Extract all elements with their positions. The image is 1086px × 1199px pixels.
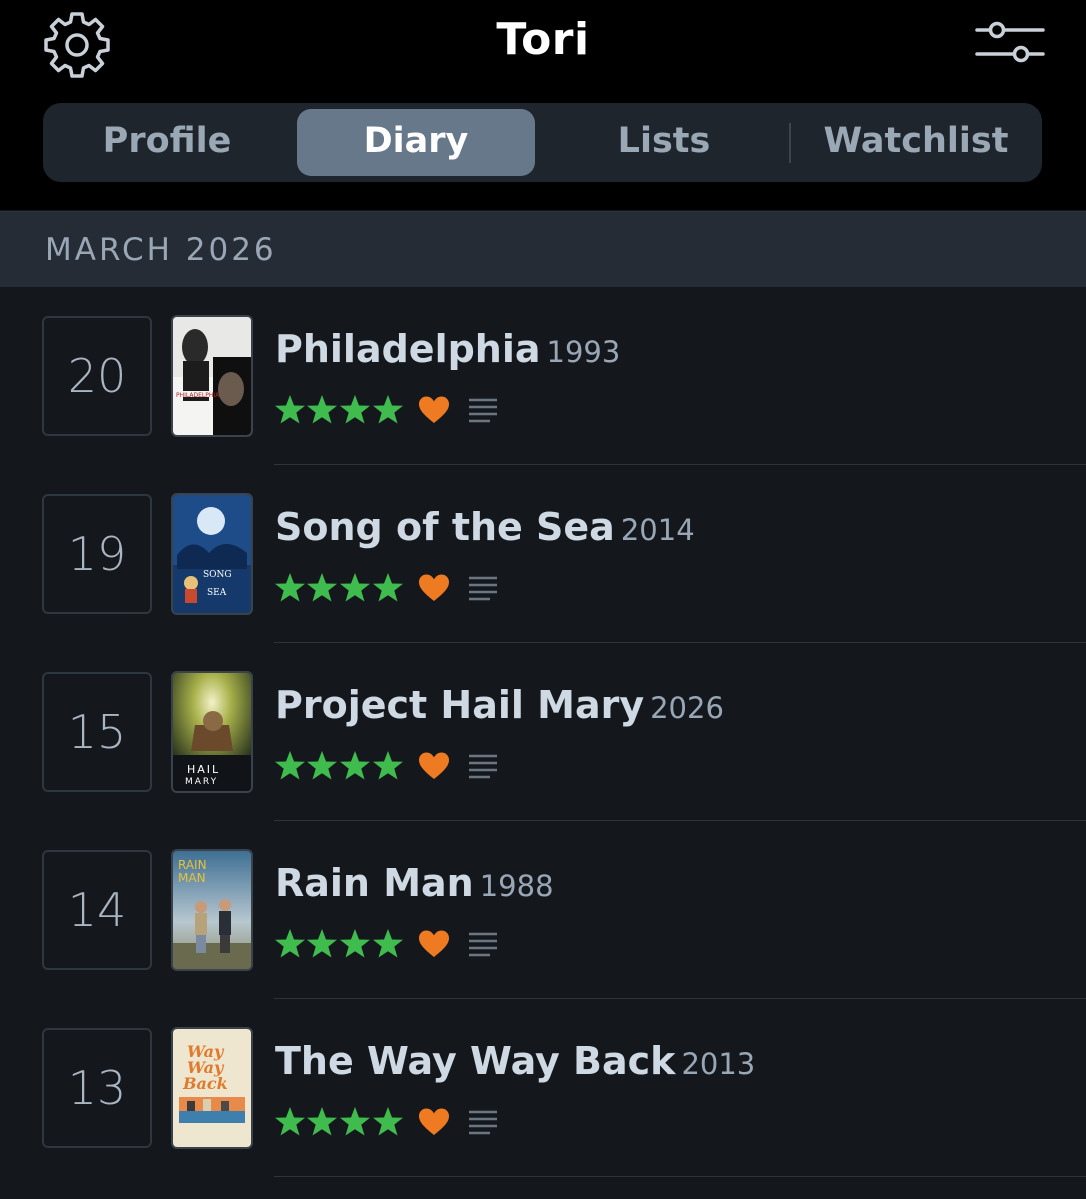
film-year: 2026	[650, 691, 724, 725]
day-number: 15	[42, 672, 152, 792]
tab-profile[interactable]: Profile	[43, 103, 291, 182]
film-year: 2013	[681, 1047, 756, 1081]
heart-icon	[419, 930, 449, 957]
svg-text:RAIN: RAIN	[178, 858, 207, 872]
svg-text:MARY: MARY	[185, 777, 218, 787]
day-number: 20	[42, 316, 152, 436]
film-poster[interactable]: HAIL MARY	[171, 671, 253, 793]
review-lines-icon	[469, 932, 497, 957]
film-title-row[interactable]: The Way Way Back 2013	[275, 1039, 755, 1083]
svg-text:PHILADELPHIA: PHILADELPHIA	[176, 392, 220, 399]
day-number: 19	[42, 494, 152, 614]
svg-text:Back: Back	[182, 1074, 228, 1093]
review-lines-icon	[469, 576, 497, 601]
film-title-row[interactable]: Project Hail Mary 2026	[275, 683, 724, 727]
day-number: 14	[42, 850, 152, 970]
film-title-row[interactable]: Philadelphia 1993	[275, 327, 620, 371]
review-lines-icon	[469, 754, 497, 779]
film-poster[interactable]: PHILADELPHIA	[171, 315, 253, 437]
diary-entry[interactable]: 13 Way Way Back The Way Way Back 2013	[0, 999, 1086, 1177]
rating-stars	[275, 395, 403, 424]
tab-watchlist[interactable]: Watchlist	[791, 103, 1041, 182]
tab-bar: Profile Diary Lists Watchlist	[43, 103, 1042, 182]
film-poster[interactable]: RAIN MAN	[171, 849, 253, 971]
rating-stars	[275, 751, 403, 780]
rating-stars	[275, 1107, 403, 1136]
rating-stars	[275, 929, 403, 958]
film-title: Project Hail Mary	[275, 683, 645, 727]
page-title: Tori	[496, 14, 590, 65]
svg-text:MAN: MAN	[178, 871, 206, 885]
film-year: 1988	[479, 869, 554, 903]
heart-icon	[419, 396, 449, 423]
film-year: 1993	[546, 335, 621, 369]
diary-entry[interactable]: 15 HAIL MARY Project Hail Mary 2026	[0, 643, 1086, 821]
svg-text:SEA: SEA	[207, 588, 227, 598]
film-poster[interactable]: Way Way Back	[171, 1027, 253, 1149]
film-title-row[interactable]: Rain Man 1988	[275, 861, 554, 905]
diary-list: 20 PHILADELPHIA Philadelphia 1993 19 SON…	[0, 287, 1086, 1177]
top-bar: Tori Profile Diary Lists Watchlist	[0, 0, 1086, 210]
divider	[274, 1176, 1086, 1177]
heart-icon	[419, 574, 449, 601]
svg-text:HAIL: HAIL	[187, 763, 220, 776]
diary-entry[interactable]: 14 RAIN MAN Rain Man 1988	[0, 821, 1086, 999]
review-lines-icon	[469, 398, 497, 423]
film-poster[interactable]: SONG SEA	[171, 493, 253, 615]
diary-entry[interactable]: 19 SONG SEA Song of the Sea 2014	[0, 465, 1086, 643]
svg-text:SONG: SONG	[203, 570, 232, 580]
rating-stars	[275, 573, 403, 602]
film-title-row[interactable]: Song of the Sea 2014	[275, 505, 695, 549]
diary-entry[interactable]: 20 PHILADELPHIA Philadelphia 1993	[0, 287, 1086, 465]
film-year: 2014	[620, 513, 695, 547]
tab-diary[interactable]: Diary	[297, 109, 535, 176]
month-label: MARCH 2026	[45, 232, 277, 268]
film-title: Rain Man	[275, 861, 474, 905]
review-lines-icon	[469, 1110, 497, 1135]
month-header: MARCH 2026	[0, 211, 1086, 287]
heart-icon	[419, 752, 449, 779]
day-number: 13	[42, 1028, 152, 1148]
film-title: The Way Way Back	[275, 1039, 676, 1083]
film-title: Song of the Sea	[275, 505, 615, 549]
heart-icon	[419, 1108, 449, 1135]
film-title: Philadelphia	[275, 327, 541, 371]
tab-lists[interactable]: Lists	[539, 103, 789, 182]
sliders-icon[interactable]	[974, 18, 1046, 70]
